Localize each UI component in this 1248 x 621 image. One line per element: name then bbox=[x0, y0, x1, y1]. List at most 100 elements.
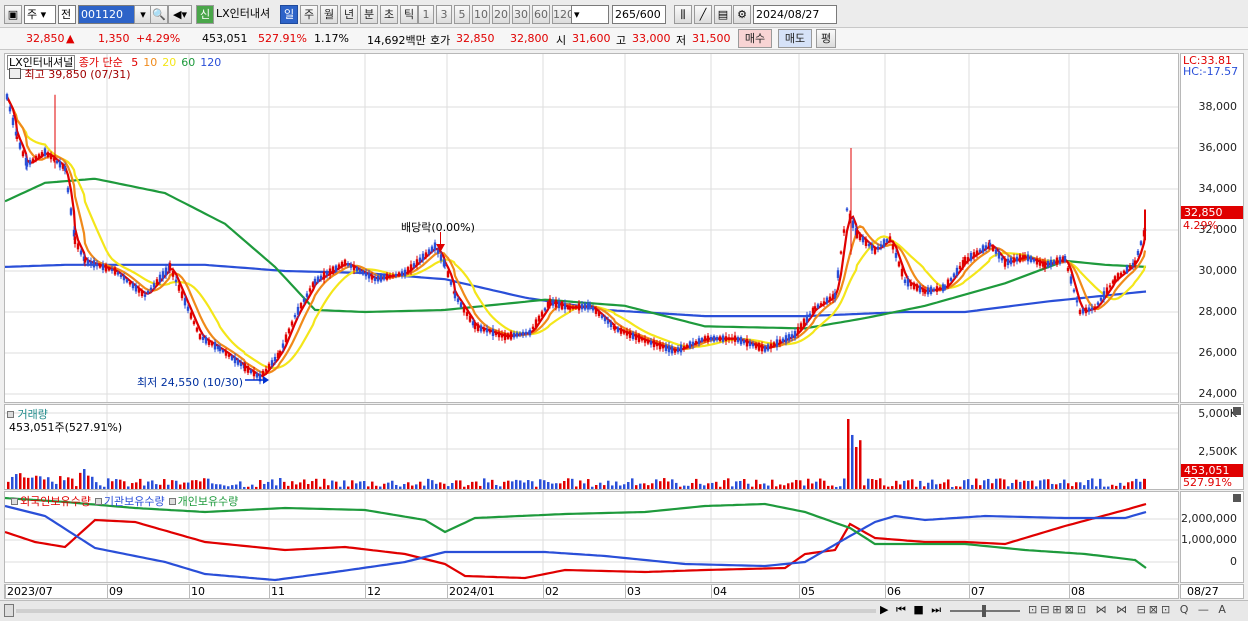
volume-bar bbox=[123, 481, 126, 489]
horizontal-scrollbar[interactable] bbox=[16, 609, 876, 613]
candle-body bbox=[870, 245, 874, 251]
candle-body bbox=[171, 270, 175, 277]
volume-bar bbox=[471, 481, 474, 489]
volume-bar bbox=[51, 481, 54, 489]
candle-body bbox=[864, 238, 868, 246]
minute-tab[interactable]: 10 bbox=[472, 5, 490, 24]
volume-bar bbox=[283, 481, 286, 489]
bottom-toolbar: ▶ ⏮ ■ ⏭ ⊡⊟⊞⊠⊡ ⋈ ⋈ ⊟⊠⊡ Q — A bbox=[0, 600, 1248, 621]
all-select[interactable]: 전 bbox=[58, 5, 76, 24]
volume-bar bbox=[955, 486, 958, 489]
volume-bar bbox=[643, 483, 646, 489]
period-tab[interactable]: 틱 bbox=[400, 5, 418, 24]
candle-body bbox=[554, 299, 558, 308]
minute-tab[interactable]: 5 bbox=[454, 5, 470, 24]
volume-bar bbox=[979, 485, 982, 489]
panel-close-icon[interactable] bbox=[1233, 494, 1241, 502]
zoom-slider-thumb[interactable] bbox=[982, 605, 986, 617]
volume-bar bbox=[315, 478, 318, 489]
count-field[interactable]: 265/600 bbox=[612, 5, 666, 24]
candle-body bbox=[1023, 255, 1027, 259]
x-axis-tick bbox=[885, 585, 886, 599]
buy-button[interactable]: 매수 bbox=[738, 29, 772, 48]
candle-body bbox=[631, 332, 635, 339]
volume-bar bbox=[639, 483, 642, 489]
holdings-chart-panel[interactable]: 외국인보유수량 기관보유수량 개인보유수량 bbox=[4, 491, 1179, 583]
save-icon[interactable]: ▤ bbox=[714, 5, 732, 24]
candle-body bbox=[31, 158, 35, 163]
volume-bar bbox=[307, 484, 310, 489]
price-chart-panel[interactable]: LX인터내셔널 종가 단순 5 10 20 60 120 최고 39,850 (07/3… bbox=[4, 53, 1179, 403]
legend-box-icon bbox=[11, 498, 18, 505]
candle-body bbox=[55, 160, 59, 164]
candle-body bbox=[267, 363, 271, 370]
x-axis-tick bbox=[625, 585, 626, 599]
volume-bar bbox=[463, 486, 466, 489]
volume-bar bbox=[811, 483, 814, 489]
period-tab[interactable]: 년 bbox=[340, 5, 358, 24]
candle-body bbox=[403, 269, 407, 277]
minute-tab[interactable]: 60 bbox=[532, 5, 550, 24]
minute-tab[interactable]: 20 bbox=[492, 5, 510, 24]
stock-name: LX인터내셔 bbox=[216, 7, 271, 20]
candle-body bbox=[775, 339, 779, 347]
interval-select[interactable]: ▾ bbox=[571, 5, 609, 24]
candle-icon[interactable]: ⫼ bbox=[674, 5, 692, 24]
sell-button[interactable]: 매도 bbox=[778, 29, 812, 48]
search-icon[interactable]: 🔍 bbox=[150, 5, 168, 24]
candle-body bbox=[1122, 270, 1126, 274]
price-chart[interactable] bbox=[5, 54, 1178, 402]
minute-tab[interactable]: 3 bbox=[436, 5, 452, 24]
volume-bar bbox=[427, 478, 430, 489]
candle-body bbox=[152, 283, 156, 288]
minute-tab[interactable]: 30 bbox=[512, 5, 530, 24]
candle-body bbox=[391, 274, 395, 277]
candle-body bbox=[1000, 257, 1004, 261]
volume-bar bbox=[1087, 480, 1090, 489]
volume-bar bbox=[663, 478, 666, 489]
date-field[interactable]: 2024/08/27 bbox=[753, 5, 837, 24]
candle-body bbox=[1058, 256, 1062, 264]
candle-body bbox=[239, 362, 243, 367]
tool-icons[interactable]: ⊡⊟⊞⊠⊡ ⋈ ⋈ ⊟⊠⊡ Q — A bbox=[1028, 603, 1229, 616]
minute-tab[interactable]: 1 bbox=[418, 5, 434, 24]
draw-icon[interactable]: ╱ bbox=[694, 5, 712, 24]
volume-bar bbox=[803, 485, 806, 489]
volume-bar bbox=[439, 482, 442, 489]
market-type-select[interactable]: 주 ▾ bbox=[24, 5, 56, 24]
volume-bar bbox=[139, 478, 142, 489]
candle-body bbox=[966, 257, 970, 261]
volume-bar bbox=[879, 478, 882, 489]
gear-icon[interactable]: ⚙ bbox=[733, 5, 751, 24]
volume-bar bbox=[1067, 483, 1070, 489]
period-tab[interactable]: 월 bbox=[320, 5, 338, 24]
volume-bar bbox=[299, 482, 302, 489]
volume-bar bbox=[195, 480, 198, 489]
candle-body bbox=[446, 271, 450, 278]
candle-body bbox=[518, 332, 522, 336]
scroll-left-handle[interactable] bbox=[4, 604, 14, 617]
volume-bar bbox=[995, 478, 998, 489]
period-tab[interactable]: 일 bbox=[280, 5, 298, 24]
period-tab[interactable]: 주 bbox=[300, 5, 318, 24]
candle-body bbox=[186, 306, 190, 311]
volume-chart[interactable] bbox=[5, 405, 1178, 489]
candle-body bbox=[679, 344, 683, 353]
holdings-legend-item: 외국인보유수량 bbox=[20, 495, 91, 508]
period-tab[interactable]: 초 bbox=[380, 5, 398, 24]
volume-bar bbox=[539, 479, 542, 489]
volume-bar bbox=[699, 483, 702, 489]
period-tab[interactable]: 분 bbox=[360, 5, 378, 24]
playback-controls[interactable]: ▶ ⏮ ■ ⏭ bbox=[880, 603, 943, 617]
eval-button[interactable]: 평 bbox=[816, 29, 836, 48]
panel-close-icon[interactable] bbox=[1233, 407, 1241, 415]
candle-body bbox=[906, 279, 910, 287]
candle-body bbox=[316, 276, 320, 283]
x-axis-label: 11 bbox=[271, 585, 285, 598]
volume-bar bbox=[203, 478, 206, 489]
candle-body bbox=[897, 261, 901, 267]
volume-chart-panel[interactable]: 거래량 453,051주(527.91%) bbox=[4, 404, 1179, 490]
speaker-icon[interactable]: ◀▾ bbox=[168, 5, 192, 24]
window-icon[interactable]: ▣ bbox=[4, 5, 22, 24]
candle-body bbox=[313, 278, 317, 284]
